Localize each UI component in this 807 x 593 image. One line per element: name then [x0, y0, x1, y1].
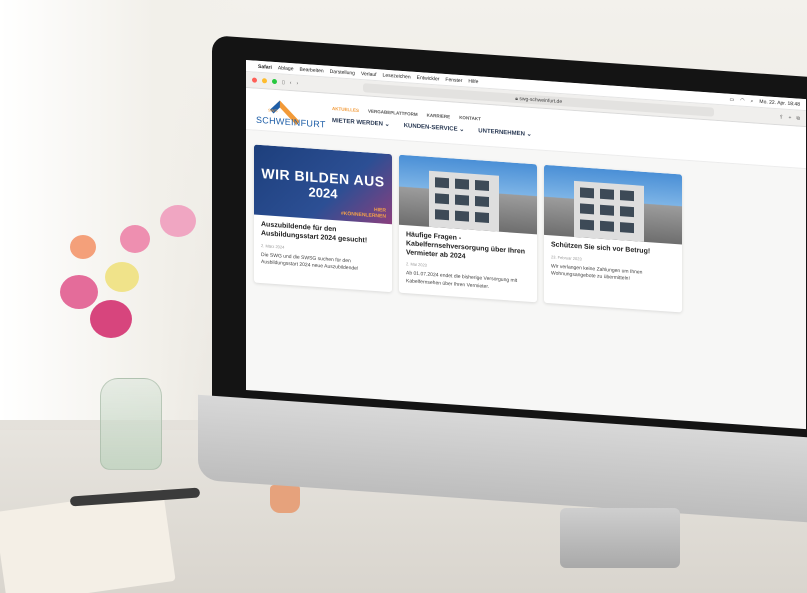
- flower-pink-3: [120, 225, 150, 253]
- training-banner-image: WIR BILDEN AUS 2024 HIER #KÖNNENLERNEN: [254, 144, 392, 225]
- logo-sub: SWG: [268, 107, 278, 113]
- minimize-window-button[interactable]: [262, 78, 267, 84]
- card-text: Die SWG und die SWSG suchen für den Ausb…: [261, 251, 359, 272]
- wifi-icon[interactable]: ◠: [740, 97, 744, 103]
- nav-aktuelles[interactable]: AKTUELLES: [332, 106, 359, 113]
- tabs-overview-icon[interactable]: ⧉: [796, 115, 800, 121]
- nav-unternehmen[interactable]: UNTERNEHMEN ⌄: [478, 127, 531, 138]
- menu-item[interactable]: Bearbeiten: [299, 66, 323, 74]
- banner-tag: HIER #KÖNNENLERNEN: [340, 206, 386, 220]
- close-window-button[interactable]: [252, 77, 257, 83]
- nav-vergabeplattform[interactable]: VERGABEPLATTFORM: [368, 108, 418, 116]
- nav-kontakt[interactable]: KONTAKT: [459, 114, 481, 121]
- zoom-window-button[interactable]: [272, 78, 277, 85]
- swg-logo[interactable]: SWG SCHWEINFURT: [256, 92, 326, 131]
- search-icon[interactable]: ⌕: [751, 98, 754, 104]
- sidebar-icon[interactable]: ▯: [282, 79, 285, 85]
- nav-mieter-werden[interactable]: MIETER WERDEN ⌄: [332, 117, 390, 128]
- new-tab-icon[interactable]: +: [789, 114, 792, 120]
- banner-year: 2024: [308, 183, 338, 201]
- flower-orange: [70, 235, 96, 259]
- menu-item[interactable]: Fenster: [445, 76, 462, 83]
- battery-icon[interactable]: ▭: [729, 96, 734, 102]
- menu-item[interactable]: Ablage: [278, 65, 294, 72]
- menu-item[interactable]: Hilfe: [468, 78, 478, 85]
- site-navigation: AKTUELLES VERGABEPLATTFORM KARRIERE KONT…: [332, 106, 532, 138]
- nav-kunden-service[interactable]: KUNDEN-SERVICE ⌄: [404, 122, 465, 133]
- share-icon[interactable]: ⇪: [779, 114, 783, 120]
- news-card[interactable]: Schützen Sie sich vor Betrug! 23. Februa…: [544, 164, 682, 313]
- building-image: [544, 164, 682, 245]
- building-image: [399, 154, 537, 235]
- news-card[interactable]: WIR BILDEN AUS 2024 HIER #KÖNNENLERNEN A…: [254, 144, 392, 292]
- screen: Safari Ablage Bearbeiten Darstellung Ver…: [246, 60, 806, 430]
- url-text: swg-schweinfurt.de: [519, 95, 563, 105]
- menubar-clock[interactable]: Mo. 22. Apr. 18:48: [759, 98, 800, 107]
- menu-item[interactable]: Entwickler: [417, 74, 440, 82]
- flower-pink: [60, 275, 98, 309]
- card-text: Ab 01.07.2024 endet die bisherige Versor…: [406, 270, 518, 290]
- monitor-stand: [560, 508, 680, 568]
- flower-yellow: [105, 262, 139, 292]
- menu-item[interactable]: Darstellung: [330, 68, 355, 76]
- nav-karriere[interactable]: KARRIERE: [427, 112, 451, 119]
- news-card[interactable]: Häufige Fragen - Kabelfernsehversorgung …: [399, 154, 537, 303]
- card-text: Wir verlangen keine Zahlungen um Ihnen W…: [551, 263, 643, 282]
- forward-icon[interactable]: ›: [296, 80, 298, 86]
- back-icon[interactable]: ‹: [290, 80, 292, 86]
- flower-pink-2: [90, 300, 132, 338]
- menu-item[interactable]: Safari: [258, 63, 272, 70]
- menu-item[interactable]: Verlauf: [361, 71, 377, 78]
- card-title[interactable]: Häufige Fragen - Kabelfernsehversorgung …: [406, 231, 530, 266]
- menu-item[interactable]: Lesezeichen: [383, 72, 411, 80]
